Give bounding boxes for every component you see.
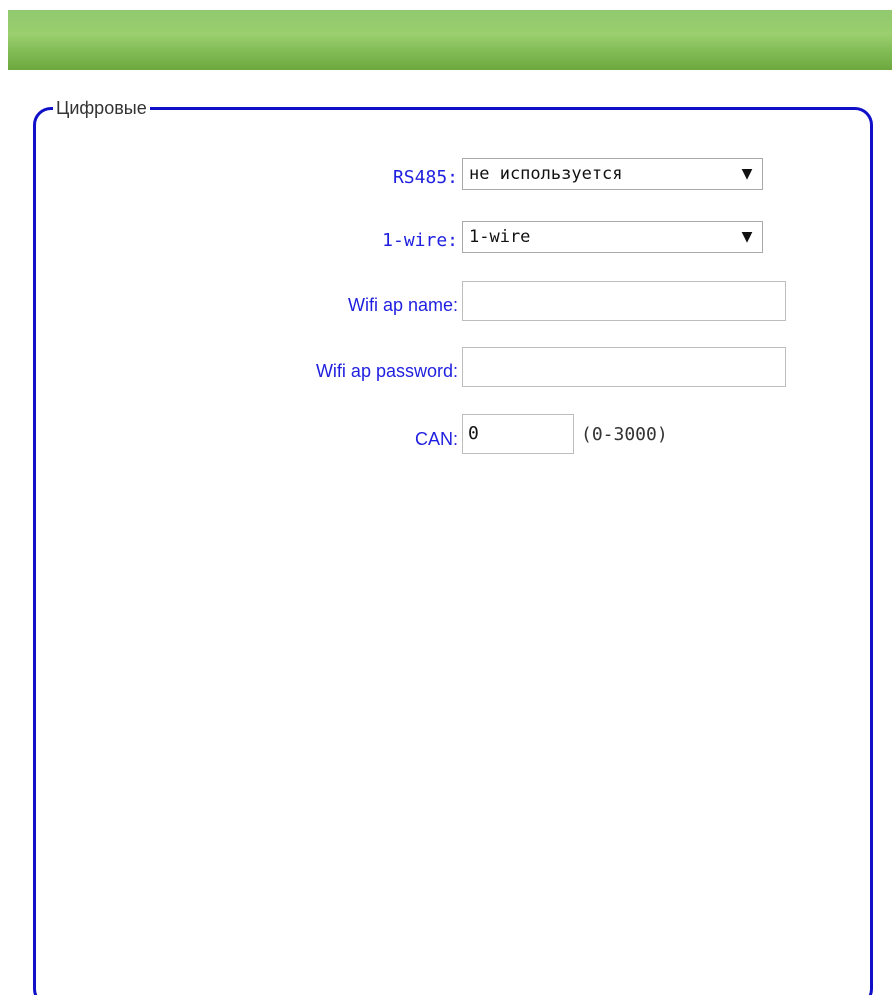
can-row: CAN: 0 (0-3000) — [33, 414, 873, 454]
wifi-ap-password-row: Wifi ap password: — [33, 347, 873, 387]
wifi-ap-name-row: Wifi ap name: — [33, 281, 873, 321]
header-bar — [8, 10, 892, 70]
can-label: CAN: — [414, 429, 458, 449]
rs485-selected-value: не используется — [469, 164, 623, 184]
can-input[interactable]: 0 — [462, 414, 574, 454]
fieldset-legend: Цифровые — [53, 96, 150, 120]
one-wire-selected-value: 1-wire — [469, 227, 531, 247]
rs485-row: RS485: не используется ▼ — [33, 158, 873, 194]
rs485-label: RS485: — [392, 167, 458, 188]
wifi-ap-name-label: Wifi ap name: — [347, 295, 458, 315]
one-wire-label: 1-wire: — [382, 230, 458, 251]
wifi-ap-password-label: Wifi ap password: — [315, 361, 458, 381]
wifi-ap-name-input[interactable] — [462, 281, 786, 321]
rs485-select[interactable]: не используется ▼ — [462, 158, 763, 190]
one-wire-select[interactable]: 1-wire ▼ — [462, 221, 763, 253]
settings-page: Цифровые RS485: не используется ▼ 1-wire… — [0, 0, 892, 995]
chevron-down-icon: ▼ — [741, 229, 753, 245]
chevron-down-icon: ▼ — [741, 166, 753, 182]
wifi-ap-password-input[interactable] — [462, 347, 786, 387]
can-range-hint: (0-3000) — [581, 424, 668, 445]
one-wire-row: 1-wire: 1-wire ▼ — [33, 221, 873, 257]
